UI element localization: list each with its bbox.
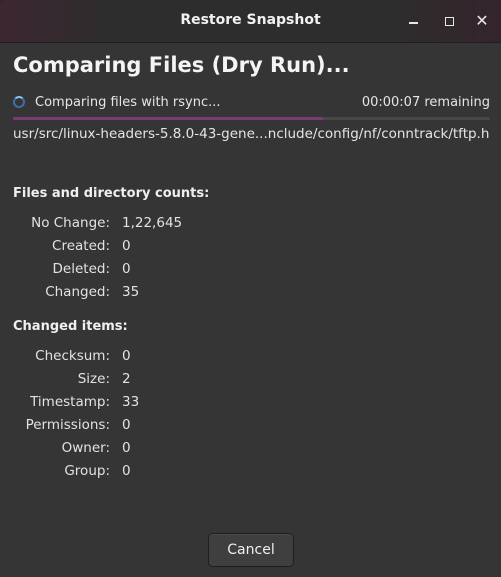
changed-item-value: 33 — [122, 394, 140, 410]
count-label: No Change: — [31, 215, 110, 231]
changed-item-value: 2 — [122, 371, 131, 387]
changed-item-value: 0 — [122, 417, 131, 433]
count-label: Created: — [52, 238, 110, 254]
count-value: 0 — [122, 261, 131, 277]
title-bar[interactable]: Restore Snapshot ✕ — [0, 0, 501, 43]
count-value: 0 — [122, 238, 131, 254]
changed-item-value: 0 — [122, 440, 131, 456]
changed-item-label: Permissions: — [25, 417, 110, 433]
time-remaining: 00:00:07 remaining — [361, 95, 490, 110]
current-file-path: usr/src/linux-headers-5.8.0-43-gene...nc… — [13, 126, 490, 142]
changed-item-label: Size: — [77, 371, 110, 387]
progress-fill — [13, 117, 324, 120]
counts-section-title: Files and directory counts: — [13, 186, 210, 201]
minimize-button[interactable] — [402, 10, 424, 32]
close-button[interactable]: ✕ — [471, 10, 493, 32]
changed-item-label: Checksum: — [35, 348, 110, 364]
close-icon: ✕ — [475, 11, 489, 30]
changed-item-label: Timestamp: — [30, 394, 110, 410]
status-text: Comparing files with rsync... — [35, 95, 221, 110]
spinner-icon — [13, 96, 25, 108]
maximize-button[interactable] — [438, 10, 460, 32]
changed-item-value: 0 — [122, 348, 131, 364]
changed-item-label: Owner: — [61, 440, 110, 456]
changed-items-section-title: Changed items: — [13, 319, 128, 334]
cancel-button[interactable]: Cancel — [208, 533, 294, 567]
changed-item-value: 0 — [122, 463, 131, 479]
count-value: 1,22,645 — [122, 215, 183, 231]
count-label: Deleted: — [52, 261, 110, 277]
maximize-icon — [444, 16, 454, 26]
window-title: Restore Snapshot — [180, 12, 321, 28]
restore-snapshot-window: Restore Snapshot ✕ Comparing Files (Dry … — [0, 0, 501, 577]
minimize-icon — [408, 22, 418, 24]
progress-bar — [13, 117, 490, 120]
count-label: Changed: — [45, 284, 110, 300]
status-row: Comparing files with rsync... 00:00:07 r… — [13, 94, 490, 114]
count-value: 35 — [122, 284, 140, 300]
changed-item-label: Group: — [64, 463, 110, 479]
page-title: Comparing Files (Dry Run)... — [13, 53, 350, 77]
